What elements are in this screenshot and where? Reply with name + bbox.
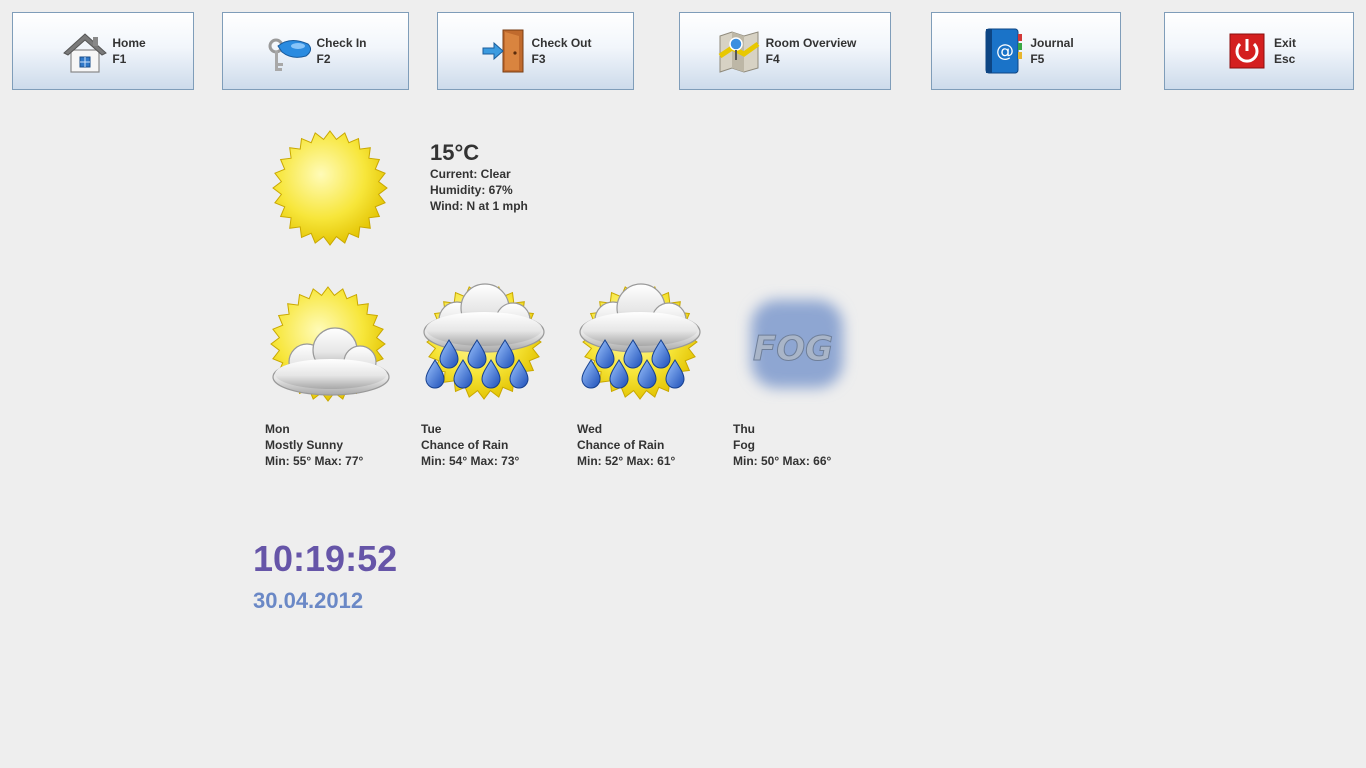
room-overview-shortcut: F4 <box>765 52 780 66</box>
home-button[interactable]: Home F1 <box>12 12 194 90</box>
journal-button[interactable]: @ Journal F5 <box>931 12 1121 90</box>
room-overview-label: Room Overview <box>765 36 857 50</box>
forecast-range: Min: 52° Max: 61° <box>577 454 676 468</box>
forecast-condition: Fog <box>733 438 755 452</box>
forecast-day-thu: Thu Fog Min: 50° Max: 66° <box>733 421 831 469</box>
home-icon <box>63 33 108 73</box>
sun-icon <box>272 130 388 246</box>
fog-icon-text: FOG <box>753 329 833 369</box>
fog-icon: FOG <box>751 300 843 388</box>
check-in-label: Check In <box>316 36 367 50</box>
forecast-day: Mon <box>265 422 290 436</box>
forecast-day-tue: Tue Chance of Rain Min: 54° Max: 73° <box>421 421 519 469</box>
forecast-range: Min: 50° Max: 66° <box>733 454 832 468</box>
current-humidity: Humidity: 67% <box>430 183 513 197</box>
forecast-range: Min: 55° Max: 77° <box>265 454 364 468</box>
check-in-button[interactable]: Check In F2 <box>222 12 409 90</box>
power-icon <box>1229 33 1265 69</box>
forecast-condition: Chance of Rain <box>421 438 509 452</box>
clock-time: 10:19:52 <box>253 538 398 579</box>
forecast-day: Wed <box>577 422 603 436</box>
check-out-button[interactable]: Check Out F3 <box>437 12 634 90</box>
current-weather: 15°C Current: Clear Humidity: 67% Wind: … <box>430 140 528 214</box>
home-shortcut: F1 <box>112 52 127 66</box>
journal-shortcut: F5 <box>1030 52 1045 66</box>
svg-text:@: @ <box>996 41 1014 62</box>
exit-button[interactable]: Exit Esc <box>1164 12 1354 90</box>
clock-date: 30.04.2012 <box>253 588 364 613</box>
check-in-shortcut: F2 <box>316 52 331 66</box>
mostly-sunny-icon <box>270 286 390 402</box>
current-temperature: 15°C <box>430 140 480 165</box>
exit-shortcut: Esc <box>1273 52 1296 66</box>
chance-of-rain-icon <box>423 283 545 400</box>
forecast-day-wed: Wed Chance of Rain Min: 52° Max: 61° <box>577 421 675 469</box>
forecast-day: Tue <box>421 422 442 436</box>
check-out-label: Check Out <box>531 36 592 50</box>
home-label: Home <box>112 36 146 50</box>
forecast-day: Thu <box>733 422 755 436</box>
exit-label: Exit <box>1273 36 1296 50</box>
forecast-condition: Chance of Rain <box>577 438 665 452</box>
door-exit-icon <box>482 29 524 73</box>
forecast-condition: Mostly Sunny <box>265 438 344 452</box>
chance-of-rain-icon <box>579 283 701 400</box>
map-icon <box>718 31 760 73</box>
forecast-day-mon: Mon Mostly Sunny Min: 55° Max: 77° <box>265 421 363 469</box>
key-icon <box>268 38 312 71</box>
check-out-shortcut: F3 <box>531 52 546 66</box>
current-condition: Current: Clear <box>430 167 511 181</box>
address-book-icon: @ <box>985 28 1023 74</box>
room-overview-button[interactable]: Room Overview F4 <box>679 12 891 90</box>
journal-label: Journal <box>1030 36 1074 50</box>
forecast-range: Min: 54° Max: 73° <box>421 454 520 468</box>
current-wind: Wind: N at 1 mph <box>430 199 528 213</box>
